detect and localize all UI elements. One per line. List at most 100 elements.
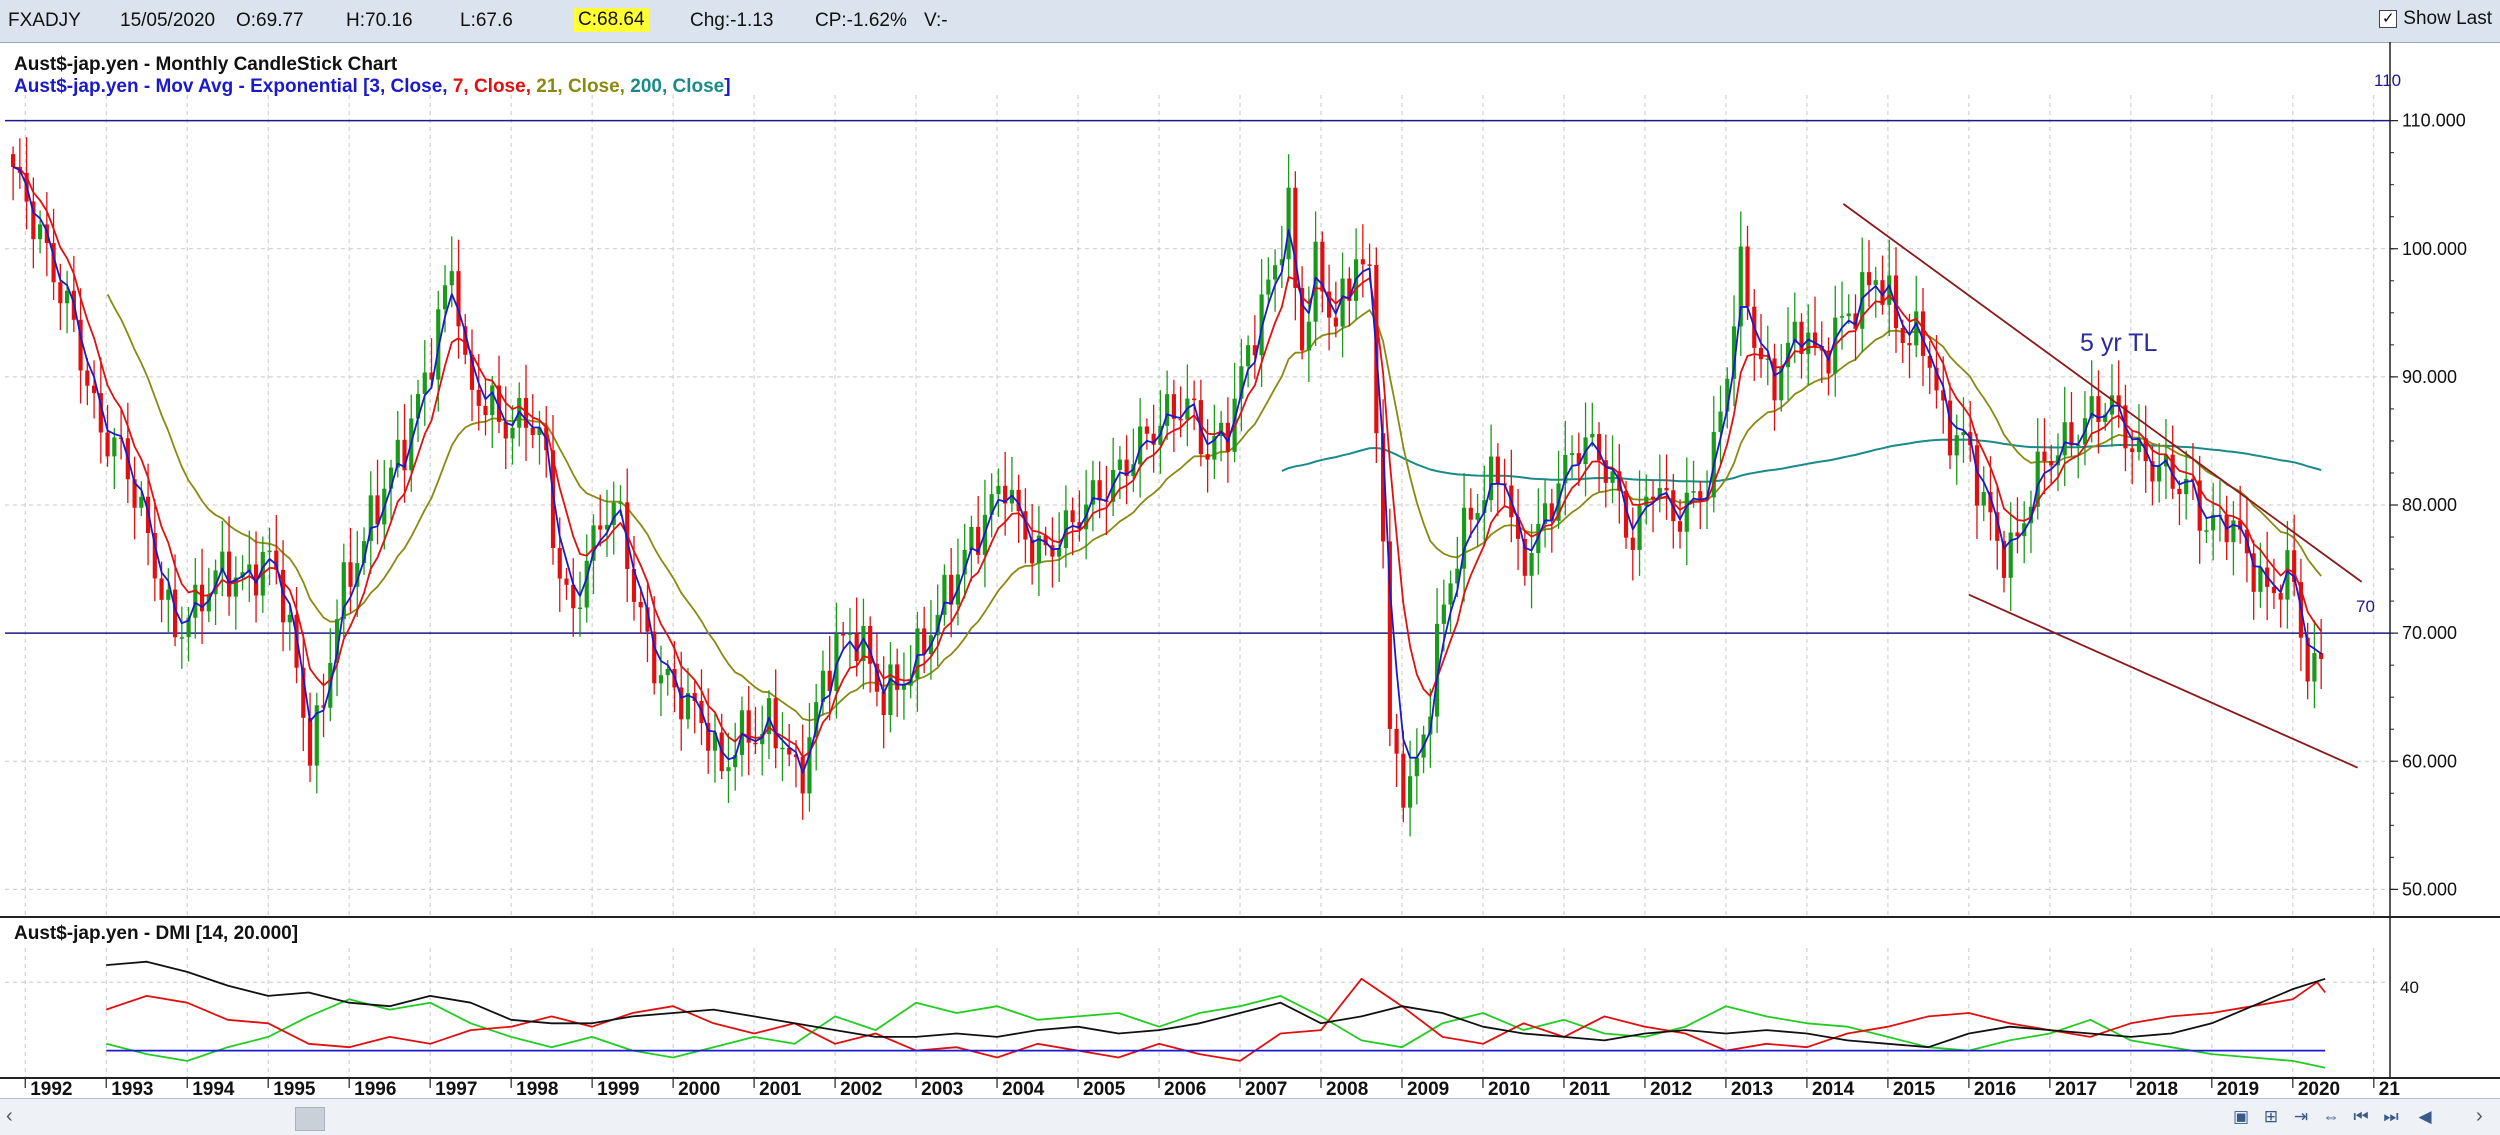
jump-end-icon[interactable]: ⇥ xyxy=(2288,1104,2314,1130)
candle-body xyxy=(442,285,448,310)
candle-body xyxy=(1178,418,1183,421)
hline-110-label: 110 xyxy=(2374,71,2401,90)
candle-body xyxy=(1475,512,1480,520)
candles xyxy=(11,137,2324,837)
date-label: 15/05/2020 xyxy=(120,10,216,31)
candle-body xyxy=(348,562,353,587)
candle-body xyxy=(422,372,427,394)
scroll-thumb[interactable] xyxy=(295,1107,325,1131)
change-percent-value: CP:-1.62% xyxy=(815,10,907,31)
show-last-checkbox[interactable]: ✓ xyxy=(2379,10,2398,28)
candle-body xyxy=(800,757,805,794)
scroll-right-icon[interactable]: › xyxy=(2476,1105,2483,1128)
candle-body xyxy=(2069,422,2074,446)
candle-body xyxy=(780,747,785,750)
candle-body xyxy=(598,525,603,530)
quote-toolbar: FXADJY 15/05/2020 O:69.77 H:70.16 L:67.6… xyxy=(0,0,2500,43)
candle-body xyxy=(112,437,117,457)
candle-body xyxy=(996,485,1001,495)
candle-body xyxy=(1873,280,1878,286)
candle-body xyxy=(1758,347,1764,360)
candle-body xyxy=(1920,311,1926,356)
candle-body xyxy=(1192,398,1197,401)
horizontal-scrollbar[interactable]: ‹ › ▣ ⊞ ⇥ ⇔ ⏮ ⏭ ◀ xyxy=(0,1098,2500,1135)
candle-body xyxy=(64,290,70,304)
x-tick-label: 2003 xyxy=(921,1079,963,1098)
candle-body xyxy=(881,691,886,716)
candle-body xyxy=(2231,520,2236,543)
chart-area[interactable]: 110.000 100.000 90.000 80.000 70.000 60.000 50… xyxy=(0,42,2500,1098)
candle-body xyxy=(503,421,508,439)
symbol-label: FXADJY xyxy=(8,10,81,31)
candle-body xyxy=(1650,496,1656,500)
candle-body xyxy=(618,502,623,504)
x-tick-label: 2015 xyxy=(1893,1079,1936,1098)
hline-70-label: 70 xyxy=(2356,597,2375,616)
x-tick-label: 1996 xyxy=(354,1079,396,1098)
candle-body xyxy=(1448,583,1453,605)
candle-body xyxy=(2312,653,2317,682)
candle-body xyxy=(38,224,43,240)
candle-body xyxy=(841,634,846,636)
open-value: O:69.77 xyxy=(236,10,304,31)
y-tick-label: 80.000 xyxy=(2402,495,2457,515)
x-tick-label: 1995 xyxy=(273,1079,316,1098)
candle-body xyxy=(1900,327,1905,344)
back-arrow-icon[interactable]: ◀ xyxy=(2412,1104,2438,1130)
change-value: Chg:-1.13 xyxy=(690,10,774,31)
candle-body xyxy=(1866,272,1872,286)
ma-legend-prefix: Aust$-jap.yen - Mov Avg - Exponential [ xyxy=(14,76,370,97)
high-value: H:70.16 xyxy=(346,10,413,31)
last-page-icon[interactable]: ⏭ xyxy=(2378,1104,2404,1130)
x-tick-label: 2001 xyxy=(759,1079,802,1098)
candle-body xyxy=(1664,487,1669,491)
moving-average-legend: Aust$-jap.yen - Mov Avg - Exponential [3… xyxy=(14,76,731,97)
ma-legend-param: 200, Close xyxy=(630,76,724,97)
candle-body xyxy=(922,628,927,655)
x-tick-label: 1992 xyxy=(30,1079,72,1098)
chart-tool-icon[interactable]: ▣ xyxy=(2228,1104,2254,1130)
x-tick-label: 2010 xyxy=(1488,1079,1530,1098)
candle-body xyxy=(2204,530,2209,532)
x-tick-label: 2009 xyxy=(1407,1079,1449,1098)
candle-body xyxy=(166,589,171,600)
candle-body xyxy=(2278,593,2283,600)
candle-body xyxy=(510,427,515,439)
volume-value: V:- xyxy=(924,10,948,31)
scroll-both-icon[interactable]: ⇔ xyxy=(2318,1104,2344,1130)
candle-body xyxy=(2049,460,2054,466)
scroll-left-icon[interactable]: ‹ xyxy=(6,1105,13,1128)
x-axis-ticks: 1992 1993 1994 1995 1996 1997 1998 1999 2000 2001… xyxy=(24,1078,2401,1098)
x-tick-label: 1998 xyxy=(516,1079,558,1098)
zoom-icon[interactable]: ⊞ xyxy=(2258,1104,2284,1130)
candle-body xyxy=(739,710,745,755)
candle-body xyxy=(1907,343,1912,346)
x-tick-label: 21 xyxy=(2379,1079,2401,1098)
trendlines xyxy=(1842,203,2363,769)
x-tick-label: 2019 xyxy=(2217,1079,2259,1098)
candle-body xyxy=(1468,507,1473,520)
first-page-icon[interactable]: ⏮ xyxy=(2348,1104,2374,1130)
candle-body xyxy=(1569,453,1575,455)
candle-body xyxy=(665,668,670,676)
candle-body xyxy=(1806,332,1811,354)
candle-body xyxy=(1306,321,1311,351)
candle-body xyxy=(449,271,454,286)
candle-body xyxy=(226,551,232,597)
candle-body xyxy=(1401,753,1406,808)
candle-body xyxy=(969,526,974,550)
candle-body xyxy=(820,670,826,703)
candle-body xyxy=(1394,728,1399,754)
candle-body xyxy=(1273,265,1278,280)
show-last-toggle[interactable]: ✓ Show Last xyxy=(2379,8,2492,30)
candle-body xyxy=(179,637,184,639)
x-tick-label: 2011 xyxy=(1569,1079,1611,1098)
x-tick-label: 2018 xyxy=(2136,1079,2178,1098)
candle-body xyxy=(2319,653,2324,659)
candle-body xyxy=(105,432,110,457)
adx-line xyxy=(106,960,2326,1049)
low-value: L:67.6 xyxy=(460,10,513,31)
candle-body xyxy=(2062,422,2067,456)
x-tick-label: 1999 xyxy=(597,1079,639,1098)
x-tick-label: 1997 xyxy=(435,1079,477,1098)
